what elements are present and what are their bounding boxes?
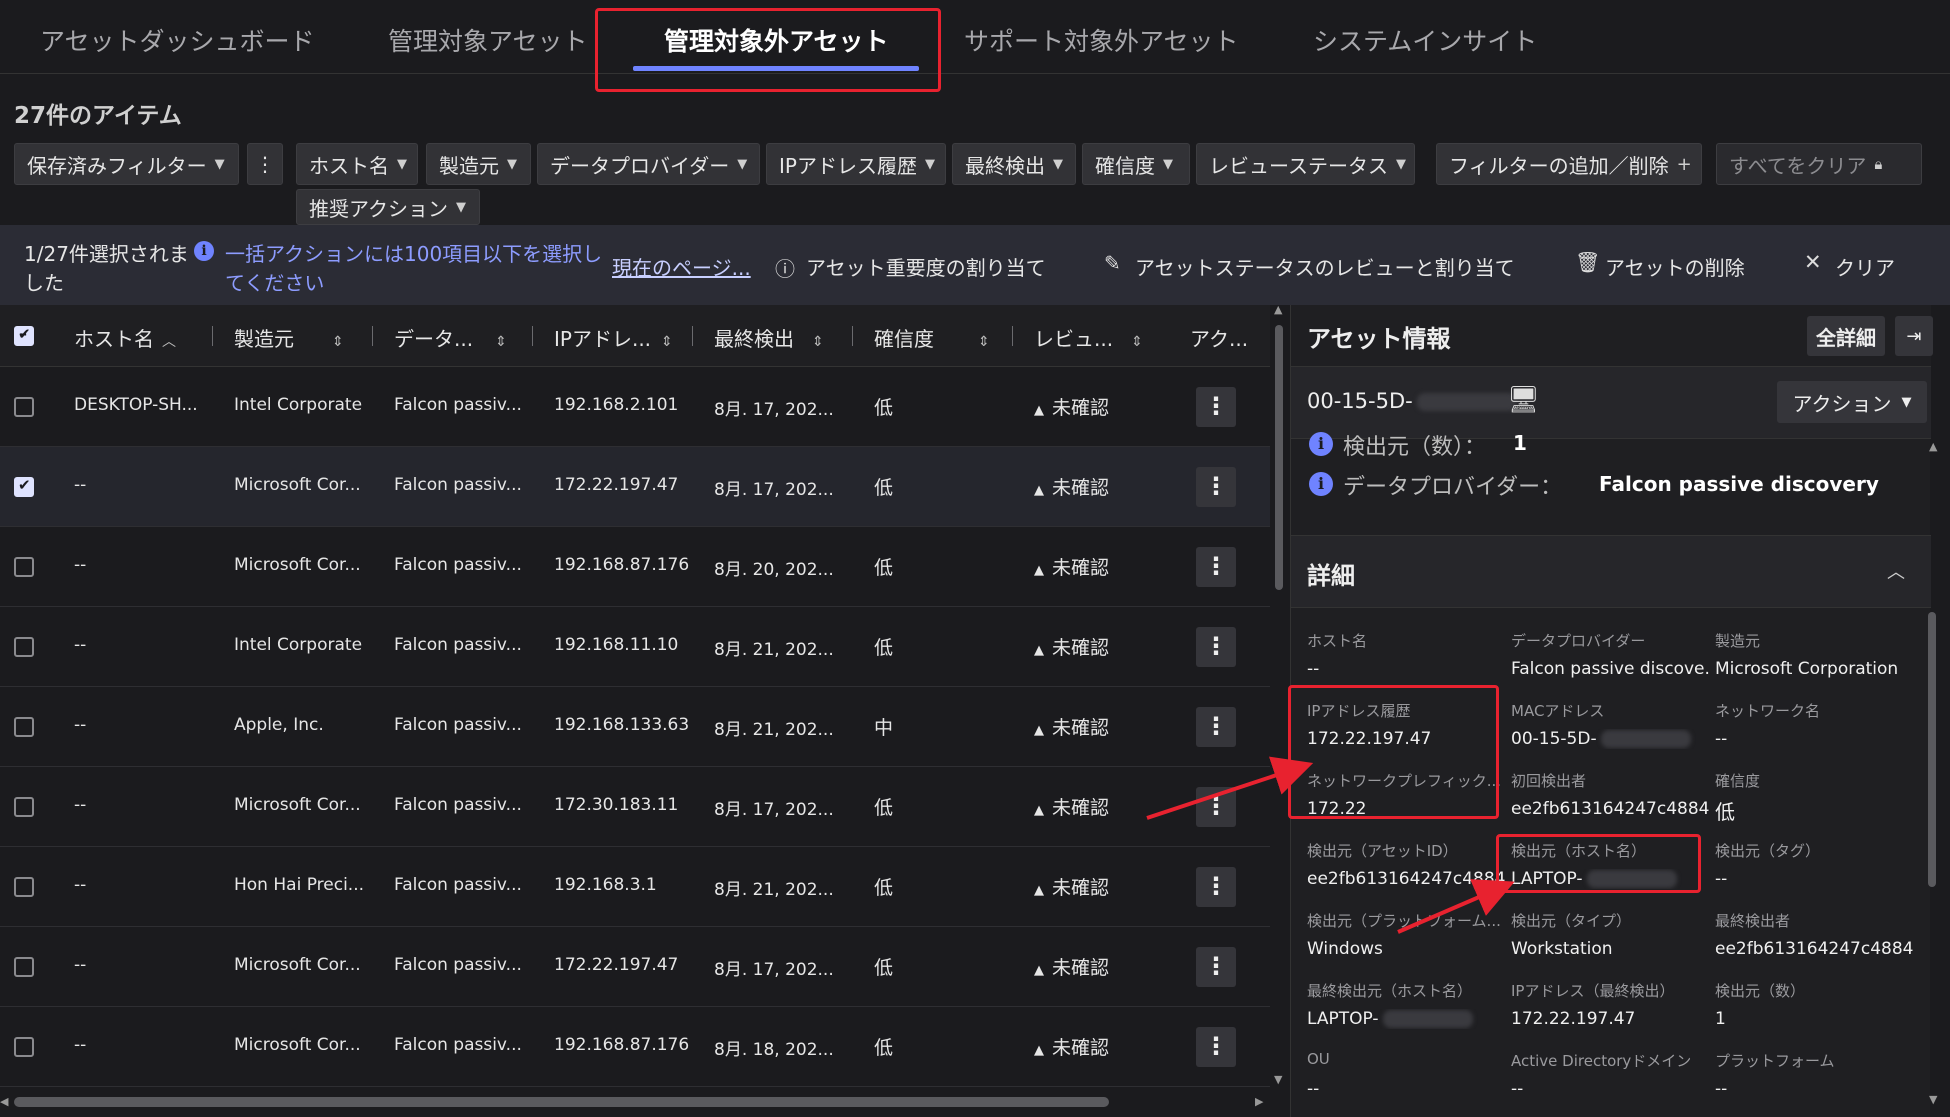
annotation-arrows — [1146, 756, 1515, 934]
arrow-to-source-hostname — [1397, 879, 1515, 934]
app-root: アセットダッシュボード 管理対象アセット 管理対象外アセット サポート対象外アセ… — [0, 0, 1950, 1117]
arrow-to-ip-history — [1146, 756, 1314, 820]
